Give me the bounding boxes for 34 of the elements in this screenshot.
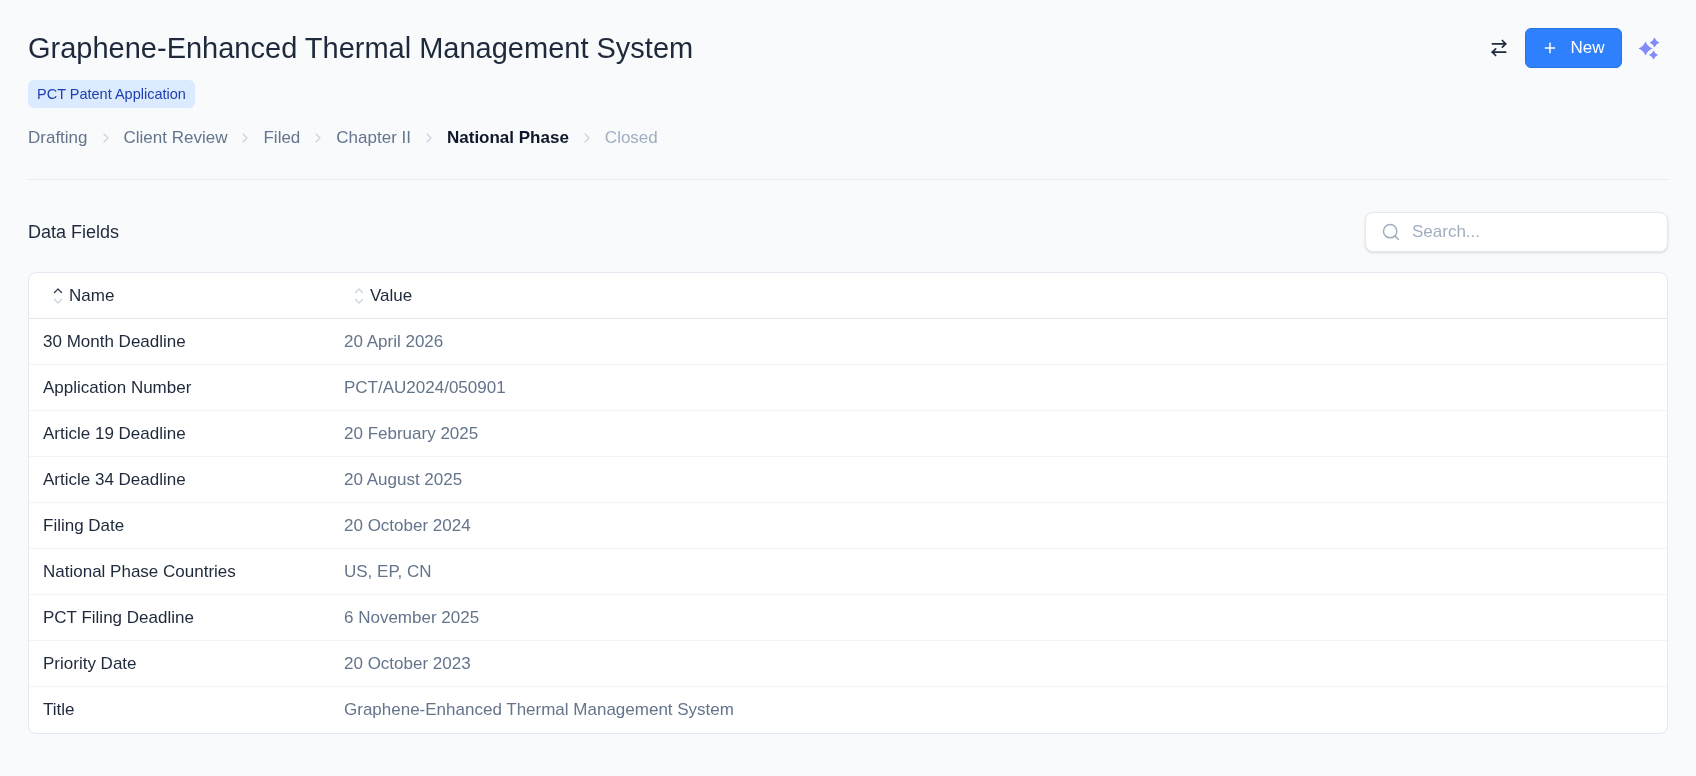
stage-step[interactable]: Chapter II (336, 126, 411, 150)
field-name: Article 19 Deadline (43, 422, 186, 445)
field-value: Graphene-Enhanced Thermal Management System (344, 699, 734, 722)
new-button[interactable]: New (1525, 28, 1622, 68)
column-header[interactable]: Value (370, 282, 413, 309)
search-icon (1381, 222, 1401, 242)
field-value: 20 April 2026 (344, 330, 444, 353)
field-name: Filing Date (43, 514, 125, 537)
sparkles-icon[interactable] (1638, 36, 1660, 60)
field-name: Priority Date (43, 652, 137, 675)
column-header[interactable]: Name (69, 282, 115, 309)
field-name: PCT Filing Deadline (43, 606, 194, 629)
field-value: 20 August 2025 (344, 468, 463, 491)
field-value: US, EP, CN (344, 560, 432, 583)
field-name: Application Number (43, 376, 192, 399)
stage-step[interactable]: Drafting (28, 126, 88, 150)
field-name: National Phase Countries (43, 560, 236, 583)
stage-step[interactable]: Filed (263, 126, 301, 150)
field-name: Title (43, 699, 75, 722)
stage-step[interactable]: Client Review (123, 126, 228, 150)
swap-icon[interactable] (1489, 38, 1509, 58)
field-value: 20 February 2025 (344, 422, 479, 445)
section-title: Data Fields (28, 221, 120, 244)
search-field[interactable]: Search... (1365, 212, 1668, 252)
stage-step[interactable]: National Phase (447, 126, 569, 150)
page-title: Graphene-Enhanced Thermal Management System (28, 31, 694, 66)
field-value: 20 October 2024 (344, 514, 471, 537)
type-badge: PCT Patent Application (28, 80, 195, 108)
field-name: 30 Month Deadline (43, 330, 186, 353)
field-value: 6 November 2025 (344, 606, 480, 629)
field-name: Article 34 Deadline (43, 468, 186, 491)
field-value: PCT/AU2024/050901 (344, 376, 506, 399)
sort-icon[interactable] (53, 286, 63, 305)
field-value: 20 October 2023 (344, 652, 471, 675)
